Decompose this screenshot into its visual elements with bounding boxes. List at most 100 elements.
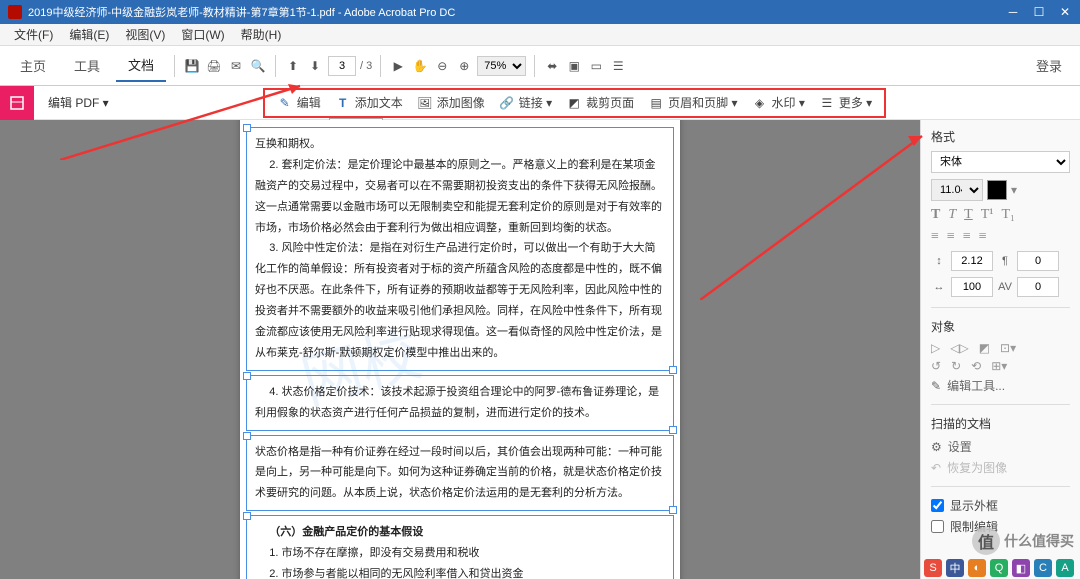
login-link[interactable]: 登录	[1036, 56, 1072, 75]
watermark-brand: 值 什么值得买	[972, 527, 1074, 555]
edit-using-link[interactable]: ✎编辑工具...	[931, 377, 1070, 394]
edit-bar: 编辑 PDF ▾ ✎编辑 T添加文本 添加文本 🖼添加图像 🔗链接 ▾ ◩裁剪页…	[0, 86, 1080, 120]
tray-icon[interactable]: ◧	[1012, 559, 1030, 577]
header-footer-button[interactable]: ▤页眉和页脚 ▾	[642, 92, 743, 113]
flip-h-icon[interactable]: ▷	[931, 341, 940, 355]
menu-help[interactable]: 帮助(H)	[235, 24, 288, 45]
hscale-input[interactable]	[951, 277, 993, 297]
kerning-input[interactable]	[1017, 277, 1059, 297]
pointer-icon[interactable]: ▶	[389, 57, 407, 75]
tray-icon[interactable]: S	[924, 559, 942, 577]
menu-edit[interactable]: 编辑(E)	[63, 24, 115, 45]
read-mode-icon[interactable]: ☰	[609, 57, 627, 75]
brand-icon: 值	[972, 527, 1000, 555]
edit-pdf-dropdown[interactable]: 编辑 PDF ▾	[34, 94, 123, 111]
link-button[interactable]: 🔗链接 ▾	[493, 92, 558, 113]
italic-button[interactable]: T	[948, 207, 956, 223]
align-right-button[interactable]: ≡	[963, 229, 971, 245]
subscript-button[interactable]: T₁	[1001, 207, 1014, 223]
font-size-select[interactable]: 11.04	[931, 179, 983, 201]
window-title: 2019中级经济师-中级金融彭岚老师-教材精讲-第7章第1节-1.pdf - A…	[28, 4, 455, 20]
tab-document[interactable]: 文档	[116, 49, 166, 82]
minimize-button[interactable]: ─	[1006, 5, 1020, 19]
pdf-page: 网校 版权所有 翻印必究 咨询热线：400-678-3456 互换和期权。 2.…	[240, 120, 680, 579]
line-height-input[interactable]	[951, 251, 993, 271]
zoom-in-icon[interactable]: ⊕	[455, 57, 473, 75]
settings-link[interactable]: ⚙设置	[931, 438, 1070, 455]
paragraph-space-input[interactable]	[1017, 251, 1059, 271]
tab-tools[interactable]: 工具	[62, 50, 112, 81]
document-canvas[interactable]: 网校 版权所有 翻印必究 咨询热线：400-678-3456 互换和期权。 2.…	[0, 120, 920, 579]
superscript-button[interactable]: T¹	[981, 207, 994, 223]
text-icon: T	[335, 95, 351, 111]
fit-page-icon[interactable]: ▣	[565, 57, 583, 75]
print-icon[interactable]: 🖨	[205, 57, 223, 75]
color-dropdown-icon[interactable]: ▾	[1011, 183, 1017, 197]
tray-icon[interactable]: 中	[946, 559, 964, 577]
arrange-icon[interactable]: ⊡▾	[1000, 341, 1016, 355]
align-obj-icon[interactable]: ⊞▾	[991, 359, 1007, 373]
text-block-3[interactable]: 状态价格是指一种有价证券在经过一段时间以后，其价值会出现两种可能：一种可能是向上…	[246, 435, 674, 512]
zoom-select[interactable]: 75%	[477, 56, 526, 76]
tab-home[interactable]: 主页	[8, 50, 58, 81]
align-center-button[interactable]: ≡	[947, 229, 955, 245]
color-swatch[interactable]	[987, 180, 1007, 200]
page-down-icon[interactable]: ⬇	[306, 57, 324, 75]
show-outline-checkbox[interactable]: 显示外框	[931, 497, 1070, 514]
top-toolbar: 主页 工具 文档 💾 🖨 ✉ 🔍 ⬆ ⬇ / 3 ▶ ✋ ⊖ ⊕ 75% ⬌ ▣…	[0, 46, 1080, 86]
underline-button[interactable]: T	[964, 207, 973, 223]
undo-icon: ↶	[931, 461, 941, 475]
crop-obj-icon[interactable]: ◩	[979, 341, 990, 355]
edit-button[interactable]: ✎编辑	[271, 92, 327, 113]
watermark-button[interactable]: ◈水印 ▾	[745, 92, 810, 113]
edit-toolbar: ✎编辑 T添加文本 添加文本 🖼添加图像 🔗链接 ▾ ◩裁剪页面 ▤页眉和页脚 …	[263, 88, 887, 118]
view-mode-icon[interactable]: ▭	[587, 57, 605, 75]
line-height-icon: ↕	[931, 253, 947, 269]
flip-v-icon[interactable]: ◁▷	[950, 341, 968, 355]
hscale-icon: ↔	[931, 279, 947, 295]
restore-link[interactable]: ↶恢复为图像	[931, 459, 1070, 476]
image-icon: 🖼	[417, 95, 433, 111]
tray-icon[interactable]: ◐	[968, 559, 986, 577]
menubar: 文件(F) 编辑(E) 视图(V) 窗口(W) 帮助(H)	[0, 24, 1080, 46]
edit-mode-tab[interactable]	[0, 86, 34, 120]
tray-icon[interactable]: Q	[990, 559, 1008, 577]
zoom-out-icon[interactable]: ⊖	[433, 57, 451, 75]
app-icon	[8, 5, 22, 19]
save-icon[interactable]: 💾	[183, 57, 201, 75]
kerning-icon: AV	[997, 279, 1013, 295]
replace-icon[interactable]: ⟲	[971, 359, 981, 373]
align-left-button[interactable]: ≡	[931, 229, 939, 245]
rotate-ccw-icon[interactable]: ↺	[931, 359, 941, 373]
search-icon[interactable]: 🔍	[249, 57, 267, 75]
hand-icon[interactable]: ✋	[411, 57, 429, 75]
add-image-button[interactable]: 🖼添加图像	[411, 92, 491, 113]
fit-width-icon[interactable]: ⬌	[543, 57, 561, 75]
menu-view[interactable]: 视图(V)	[119, 24, 171, 45]
page-number-input[interactable]	[328, 56, 356, 76]
object-heading: 对象	[931, 318, 1070, 335]
scanned-heading: 扫描的文档	[931, 415, 1070, 432]
maximize-button[interactable]: ☐	[1032, 5, 1046, 19]
pencil-icon: ✎	[931, 379, 941, 393]
text-style-row: T T T T¹ T₁	[931, 207, 1070, 223]
more-button[interactable]: ☰更多 ▾	[813, 92, 878, 113]
bold-button[interactable]: T	[931, 207, 940, 223]
align-justify-button[interactable]: ≡	[979, 229, 987, 245]
page-total: / 3	[360, 60, 372, 72]
link-icon: 🔗	[499, 95, 515, 111]
crop-button[interactable]: ◩裁剪页面	[560, 92, 640, 113]
menu-window[interactable]: 窗口(W)	[175, 24, 230, 45]
menu-file[interactable]: 文件(F)	[8, 24, 59, 45]
page-up-icon[interactable]: ⬆	[284, 57, 302, 75]
add-text-button[interactable]: T添加文本 添加文本	[329, 92, 409, 113]
close-button[interactable]: ✕	[1058, 5, 1072, 19]
tray-icon[interactable]: C	[1034, 559, 1052, 577]
tray-icon[interactable]: A	[1056, 559, 1074, 577]
font-select[interactable]: 宋体	[931, 151, 1070, 173]
rotate-cw-icon[interactable]: ↻	[951, 359, 961, 373]
text-block-1[interactable]: 互换和期权。 2. 套利定价法：是定价理论中最基本的原则之一。严格意义上的套利是…	[246, 127, 674, 371]
text-block-2[interactable]: 4. 状态价格定价技术：该技术起源于投资组合理论中的阿罗-德布鲁证券理论，是利用…	[246, 375, 674, 431]
text-block-4[interactable]: （六）金融产品定价的基本假设 1. 市场不存在摩擦，即没有交易费用和税收 2. …	[246, 515, 674, 579]
mail-icon[interactable]: ✉	[227, 57, 245, 75]
